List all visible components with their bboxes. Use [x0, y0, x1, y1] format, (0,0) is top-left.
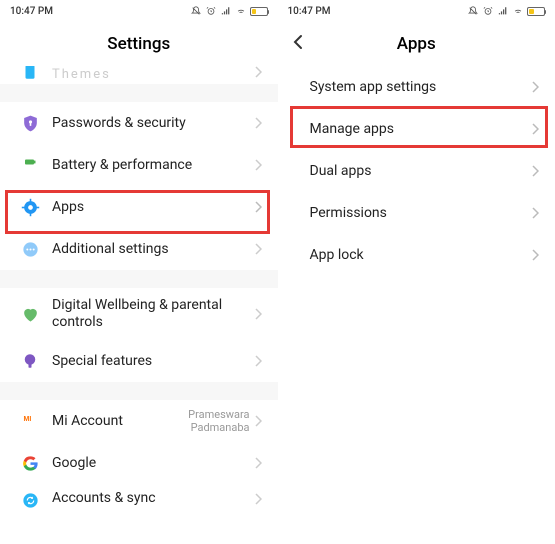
- list-item-miaccount[interactable]: MI Mi Account PrameswaraPadmanaba: [0, 400, 278, 442]
- label-special: Special features: [44, 353, 254, 369]
- mi-logo-icon: MI: [20, 411, 40, 431]
- list-item-battery[interactable]: Battery & performance: [0, 144, 278, 186]
- back-button[interactable]: [292, 34, 304, 54]
- list-item-accounts-sync[interactable]: Accounts & sync: [0, 484, 278, 510]
- chevron-icon: [254, 66, 262, 82]
- label-permissions: Permissions: [302, 205, 532, 221]
- wifi-icon: [512, 6, 524, 16]
- label-passwords: Passwords & security: [44, 115, 254, 131]
- list-item-apps[interactable]: Apps: [0, 186, 278, 228]
- label-apps: Apps: [44, 199, 254, 215]
- list-item-special[interactable]: Special features: [0, 340, 278, 382]
- google-icon: [20, 453, 40, 473]
- themes-icon: [20, 66, 40, 82]
- chevron-icon: [531, 204, 539, 223]
- status-time: 10:47 PM: [288, 6, 331, 17]
- list-item-themes[interactable]: Themes: [0, 66, 278, 84]
- wifi-icon: [235, 6, 247, 16]
- chevron-icon: [254, 490, 262, 509]
- chevron-icon: [531, 246, 539, 265]
- alarm-icon: [482, 6, 494, 16]
- apps-screen: 10:47 PM Apps System app settings Manage…: [278, 0, 555, 544]
- sublabel-miaccount: PrameswaraPadmanaba: [188, 408, 253, 434]
- page-title: Settings: [107, 34, 170, 54]
- chevron-icon: [254, 114, 262, 133]
- list-item-system-apps[interactable]: System app settings: [278, 66, 555, 108]
- list-item-manage-apps[interactable]: Manage apps: [278, 108, 555, 150]
- list-item-google[interactable]: Google: [0, 442, 278, 484]
- label-google: Google: [44, 455, 254, 471]
- chevron-icon: [254, 454, 262, 473]
- signal-icon: [497, 6, 509, 16]
- label-wellbeing: Digital Wellbeing & parental controls: [52, 297, 254, 332]
- list-item-additional[interactable]: Additional settings: [0, 228, 278, 270]
- label-applock: App lock: [302, 247, 532, 263]
- label-manage: Manage apps: [302, 121, 532, 137]
- alarm-icon: [205, 6, 217, 16]
- label-accounts-sync: Accounts & sync: [44, 490, 254, 506]
- status-time: 10:47 PM: [10, 6, 53, 17]
- signal-icon: [220, 6, 232, 16]
- status-icons: [190, 6, 268, 16]
- list-item-permissions[interactable]: Permissions: [278, 192, 555, 234]
- label-dual: Dual apps: [302, 163, 532, 179]
- dnd-icon: [190, 6, 202, 16]
- list-item-dual-apps[interactable]: Dual apps: [278, 150, 555, 192]
- shield-icon: [20, 113, 40, 133]
- chevron-icon: [254, 240, 262, 259]
- special-icon: [20, 351, 40, 371]
- chevron-icon: [254, 352, 262, 371]
- chevron-icon: [254, 156, 262, 175]
- settings-header: Settings: [0, 22, 278, 66]
- status-icons: [467, 6, 545, 16]
- sync-icon: [20, 490, 40, 510]
- battery-icon: [527, 7, 545, 16]
- list-item-wellbeing[interactable]: Digital Wellbeing & parental controls: [0, 288, 278, 340]
- gear-icon: [20, 197, 40, 217]
- settings-list: Themes Passwords & security Battery & pe…: [0, 66, 278, 510]
- dnd-icon: [467, 6, 479, 16]
- apps-list: System app settings Manage apps Dual app…: [278, 66, 555, 276]
- chevron-icon: [531, 162, 539, 181]
- status-bar: 10:47 PM: [0, 0, 278, 22]
- label-miaccount: Mi Account: [44, 413, 188, 429]
- list-item-passwords[interactable]: Passwords & security: [0, 102, 278, 144]
- chevron-icon: [254, 198, 262, 217]
- settings-screen: 10:47 PM Settings Themes Passwords & sec…: [0, 0, 278, 544]
- label-additional: Additional settings: [44, 241, 254, 257]
- label-themes: Themes: [44, 67, 254, 82]
- label-battery: Battery & performance: [44, 157, 254, 173]
- chevron-icon: [531, 120, 539, 139]
- page-title: Apps: [397, 34, 436, 54]
- status-bar: 10:47 PM: [278, 0, 555, 22]
- apps-header: Apps: [278, 22, 555, 66]
- battery-icon: [250, 7, 268, 16]
- svg-text:MI: MI: [23, 416, 31, 423]
- list-item-applock[interactable]: App lock: [278, 234, 555, 276]
- chevron-icon: [254, 412, 262, 431]
- chevron-icon: [254, 305, 262, 324]
- chevron-icon: [531, 78, 539, 97]
- label-system: System app settings: [302, 79, 532, 95]
- dots-icon: [20, 239, 40, 259]
- wellbeing-icon: [20, 304, 40, 324]
- battery-perf-icon: [20, 155, 40, 175]
